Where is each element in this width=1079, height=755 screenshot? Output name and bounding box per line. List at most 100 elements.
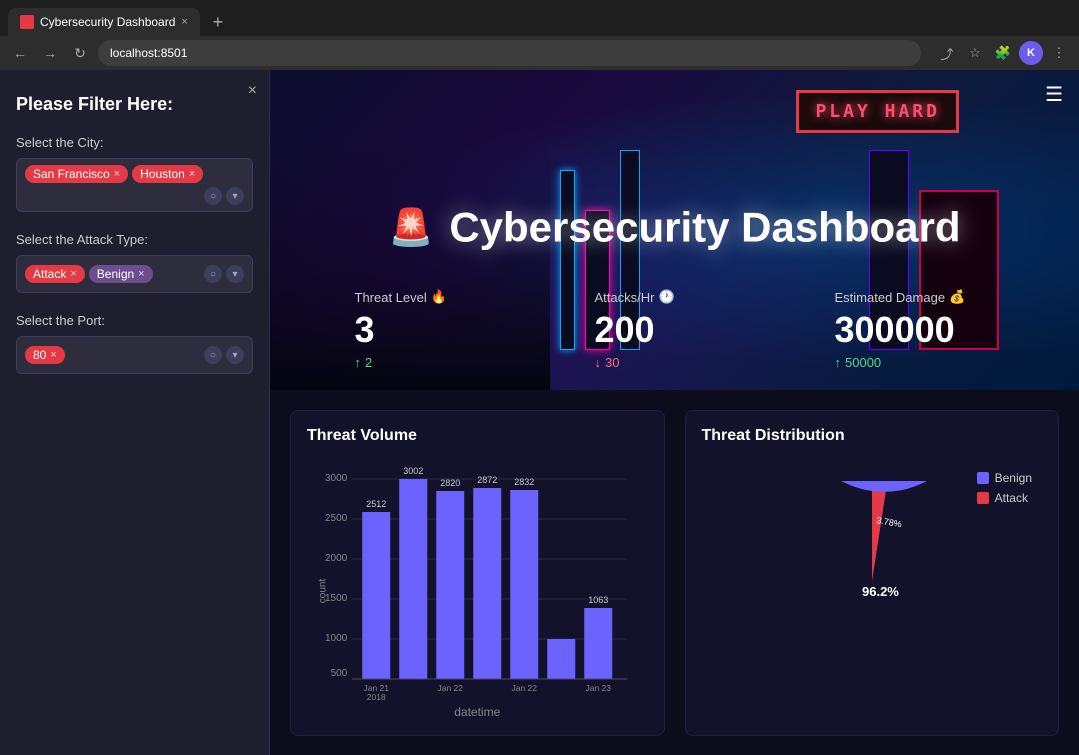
browser-chrome: Cybersecurity Dashboard × + ← → ↻ localh… xyxy=(0,0,1079,70)
pie-chart-svg: 96.2% 3.78% xyxy=(772,481,972,681)
main-content: PLAY HARD ☰ 🚨 Cybersecurity Dashboard Th… xyxy=(270,70,1079,755)
svg-text:2820: 2820 xyxy=(440,478,460,488)
tab-favicon xyxy=(20,15,34,29)
svg-text:2872: 2872 xyxy=(477,475,497,485)
svg-text:2832: 2832 xyxy=(514,477,534,487)
browser-menu-icon[interactable]: ⋮ xyxy=(1047,41,1071,65)
pixel-sign: PLAY HARD xyxy=(796,90,959,133)
attacks-delta: ↓ 30 xyxy=(595,355,755,370)
port-tag-80[interactable]: 80 × xyxy=(25,346,65,364)
browser-nav-icons: ⤴ ☆ 🧩 K ⋮ xyxy=(935,41,1071,65)
port-clear-icon[interactable]: ○ xyxy=(204,346,222,364)
hero-banner: PLAY HARD ☰ 🚨 Cybersecurity Dashboard Th… xyxy=(270,70,1079,390)
attacks-label: Attacks/Hr 🕐 xyxy=(595,289,755,305)
svg-text:2512: 2512 xyxy=(366,499,386,509)
bookmark-icon[interactable]: ☆ xyxy=(963,41,987,65)
threat-distribution-chart: Threat Distribution 96.2% 3.78% xyxy=(685,410,1060,736)
remove-benign[interactable]: × xyxy=(138,268,144,280)
benign-legend-dot xyxy=(977,472,989,484)
browser-tab-active[interactable]: Cybersecurity Dashboard × xyxy=(8,8,200,36)
app-layout: × Please Filter Here: Select the City: S… xyxy=(0,70,1079,755)
attack-legend-dot xyxy=(977,492,989,504)
dashboard-title: Cybersecurity Dashboard xyxy=(449,204,960,252)
attack-type-multiselect[interactable]: Attack × Benign × ○ ▾ xyxy=(16,255,253,293)
damage-label: Estimated Damage 💰 xyxy=(835,289,995,305)
extension-icon[interactable]: 🧩 xyxy=(991,41,1015,65)
nav-refresh-button[interactable]: ↻ xyxy=(68,41,92,65)
bar-5[interactable] xyxy=(510,490,538,679)
remove-san-francisco[interactable]: × xyxy=(114,168,120,180)
bar-chart-container: 3000 2500 2000 1500 1000 500 count xyxy=(307,461,648,701)
browser-tabs: Cybersecurity Dashboard × + xyxy=(0,0,1079,36)
share-icon[interactable]: ⤴ xyxy=(935,41,959,65)
stats-row: Threat Level 🔥 3 ↑ 2 Attacks/Hr 🕐 200 xyxy=(355,289,995,370)
bar-6[interactable] xyxy=(547,639,575,679)
legend-attack: Attack xyxy=(977,491,1032,505)
svg-text:3000: 3000 xyxy=(325,473,348,484)
bar-4[interactable] xyxy=(473,488,501,679)
threat-volume-title: Threat Volume xyxy=(307,427,648,445)
svg-text:Jan 23: Jan 23 xyxy=(585,683,611,693)
svg-text:1500: 1500 xyxy=(325,593,348,604)
port-multiselect[interactable]: 80 × ○ ▾ xyxy=(16,336,253,374)
new-tab-button[interactable]: + xyxy=(204,8,232,36)
svg-text:1000: 1000 xyxy=(325,633,348,644)
threat-level-label: Threat Level 🔥 xyxy=(355,289,515,305)
bar-7[interactable] xyxy=(584,608,612,679)
city-clear-icon[interactable]: ○ xyxy=(204,187,222,205)
estimated-damage-stat: Estimated Damage 💰 300000 ↑ 50000 xyxy=(835,289,995,370)
svg-text:96.2%: 96.2% xyxy=(862,584,899,599)
city-tag-san-francisco[interactable]: San Francisco × xyxy=(25,165,128,183)
city-tag-houston[interactable]: Houston × xyxy=(132,165,203,183)
threat-distribution-title: Threat Distribution xyxy=(702,427,1043,445)
attack-expand-icon[interactable]: ▾ xyxy=(226,265,244,283)
bar-3[interactable] xyxy=(436,491,464,679)
attack-tag-benign[interactable]: Benign × xyxy=(89,265,153,283)
svg-text:2000: 2000 xyxy=(325,553,348,564)
address-bar[interactable]: localhost:8501 xyxy=(98,40,921,66)
threat-volume-chart: Threat Volume 3000 2500 2000 1500 1000 5… xyxy=(290,410,665,736)
svg-text:1063: 1063 xyxy=(588,595,608,605)
tab-close-button[interactable]: × xyxy=(181,16,187,28)
dashboard-title-area: 🚨 Cybersecurity Dashboard xyxy=(388,204,960,252)
svg-text:count: count xyxy=(317,579,328,604)
city-expand-icon[interactable]: ▾ xyxy=(226,187,244,205)
attack-tag-attack[interactable]: Attack × xyxy=(25,265,85,283)
filter-title: Please Filter Here: xyxy=(16,94,253,115)
tab-title: Cybersecurity Dashboard xyxy=(40,15,175,29)
damage-delta: ↑ 50000 xyxy=(835,355,995,370)
remove-houston[interactable]: × xyxy=(189,168,195,180)
remove-port-80[interactable]: × xyxy=(50,349,56,361)
svg-text:2018: 2018 xyxy=(367,692,386,701)
attacks-value: 200 xyxy=(595,309,755,351)
bar-2[interactable] xyxy=(399,479,427,679)
svg-text:3002: 3002 xyxy=(403,466,423,476)
sidebar-close-button[interactable]: × xyxy=(248,82,257,100)
threat-level-value: 3 xyxy=(355,309,515,351)
bar-chart-svg: 3000 2500 2000 1500 1000 500 count xyxy=(307,461,648,701)
threat-level-stat: Threat Level 🔥 3 ↑ 2 xyxy=(355,289,515,370)
profile-avatar[interactable]: K xyxy=(1019,41,1043,65)
port-dropdown-icons: ○ ▾ xyxy=(204,346,244,364)
city-dropdown-icons: ○ ▾ xyxy=(204,187,244,205)
fire-icon: 🔥 xyxy=(431,289,447,305)
svg-text:2500: 2500 xyxy=(325,513,348,524)
port-filter-label: Select the Port: xyxy=(16,313,253,328)
port-filter-section: Select the Port: 80 × ○ ▾ xyxy=(16,313,253,374)
threat-level-delta: ↑ 2 xyxy=(355,355,515,370)
clock-icon: 🕐 xyxy=(658,289,674,305)
bar-1[interactable] xyxy=(362,512,390,679)
port-expand-icon[interactable]: ▾ xyxy=(226,346,244,364)
remove-attack[interactable]: × xyxy=(70,268,76,280)
attack-type-filter-section: Select the Attack Type: Attack × Benign … xyxy=(16,232,253,293)
pie-legend: Benign Attack xyxy=(977,471,1032,505)
attacks-per-hr-stat: Attacks/Hr 🕐 200 ↓ 30 xyxy=(595,289,755,370)
nav-forward-button[interactable]: → xyxy=(38,41,62,65)
attack-type-filter-label: Select the Attack Type: xyxy=(16,232,253,247)
hamburger-menu-button[interactable]: ☰ xyxy=(1045,82,1063,107)
city-multiselect[interactable]: San Francisco × Houston × ○ ▾ xyxy=(16,158,253,212)
alarm-icon: 🚨 xyxy=(388,207,433,249)
city-filter-label: Select the City: xyxy=(16,135,253,150)
nav-back-button[interactable]: ← xyxy=(8,41,32,65)
attack-clear-icon[interactable]: ○ xyxy=(204,265,222,283)
